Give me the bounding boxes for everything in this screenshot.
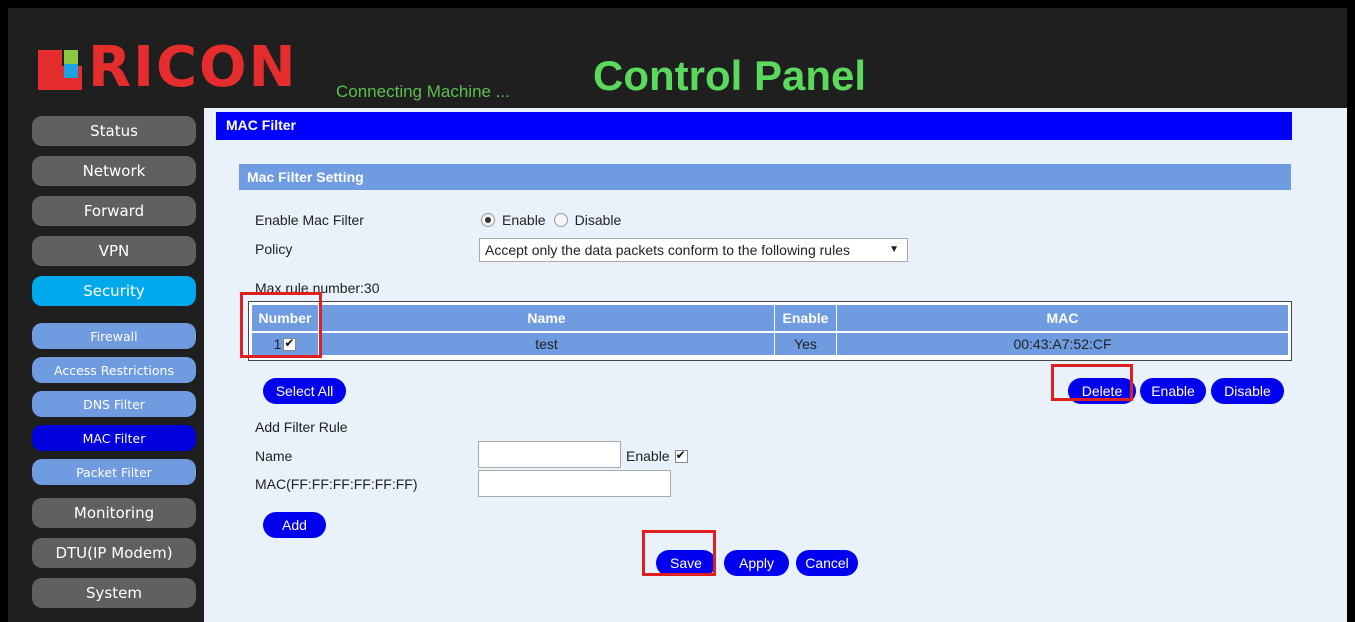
- col-header-mac: MAC: [836, 305, 1288, 331]
- add-button[interactable]: Add: [263, 512, 326, 538]
- sidebar-subitem-mac-filter[interactable]: MAC Filter: [32, 425, 196, 451]
- app-frame: RICON Connecting Machine ... Control Pan…: [8, 8, 1347, 622]
- col-header-name: Name: [318, 305, 774, 331]
- enable-radio-label: Enable: [502, 212, 546, 228]
- rules-table: Number Name Enable MAC 1 test Yes 00:43:…: [248, 301, 1292, 361]
- disable-button[interactable]: Disable: [1211, 378, 1284, 404]
- policy-select[interactable]: Accept only the data packets conform to …: [479, 238, 908, 262]
- highlight-save-button: [642, 530, 716, 576]
- sidebar-item-system[interactable]: System: [32, 578, 196, 608]
- col-header-enable: Enable: [774, 305, 836, 331]
- row-mac: 00:43:A7:52:CF: [836, 333, 1288, 355]
- mac-input[interactable]: [478, 470, 671, 497]
- table-row: 1 test Yes 00:43:A7:52:CF: [252, 333, 1288, 355]
- ricon-logo: RICON: [38, 38, 298, 98]
- cancel-button[interactable]: Cancel: [796, 550, 858, 576]
- enable-radio-group: Enable Disable: [481, 212, 629, 228]
- sidebar-subitem-dns-filter[interactable]: DNS Filter: [32, 391, 196, 417]
- sidebar-item-vpn[interactable]: VPN: [32, 236, 196, 266]
- mac-label: MAC(FF:FF:FF:FF:FF:FF): [255, 476, 418, 492]
- sidebar-item-network[interactable]: Network: [32, 156, 196, 186]
- table-header: Number Name Enable MAC: [252, 305, 1288, 331]
- sidebar-item-forward[interactable]: Forward: [32, 196, 196, 226]
- page-title: MAC Filter: [216, 112, 1292, 140]
- disable-radio-label: Disable: [574, 212, 622, 228]
- row-name: test: [318, 333, 774, 355]
- sidebar-item-security[interactable]: Security: [32, 276, 196, 306]
- row-enable: Yes: [774, 333, 836, 355]
- tagline: Connecting Machine ...: [336, 82, 510, 101]
- enable-checkbox-label: Enable: [626, 448, 670, 464]
- name-label: Name: [255, 448, 293, 464]
- disable-radio[interactable]: [553, 213, 568, 227]
- enable-radio[interactable]: [481, 213, 495, 227]
- sidebar-subitem-access-restrictions[interactable]: Access Restrictions: [32, 357, 196, 383]
- dropdown-arrow-icon: ▼: [889, 244, 899, 255]
- name-input[interactable]: [478, 441, 621, 468]
- highlight-number-column: [240, 292, 322, 358]
- section-title: Mac Filter Setting: [239, 164, 1291, 190]
- sidebar-item-dtu[interactable]: DTU(IP Modem): [32, 538, 196, 568]
- control-panel-title: Control Panel: [593, 52, 867, 99]
- policy-select-value: Accept only the data packets conform to …: [485, 242, 850, 258]
- enable-mac-filter-label: Enable Mac Filter: [255, 212, 364, 228]
- enable-checkbox[interactable]: [674, 448, 688, 463]
- add-filter-rule-heading: Add Filter Rule: [255, 419, 348, 435]
- apply-button[interactable]: Apply: [724, 550, 789, 576]
- sidebar: Status Network Forward VPN Security Fire…: [8, 108, 204, 622]
- sidebar-subitem-packet-filter[interactable]: Packet Filter: [32, 459, 196, 485]
- header: RICON Connecting Machine ... Control Pan…: [8, 8, 1347, 108]
- logo-text: RICON: [88, 35, 298, 100]
- policy-label: Policy: [255, 241, 293, 257]
- sidebar-item-status[interactable]: Status: [32, 116, 196, 146]
- sidebar-subitem-firewall[interactable]: Firewall: [32, 323, 196, 349]
- select-all-button[interactable]: Select All: [263, 378, 346, 404]
- enable-button[interactable]: Enable: [1140, 378, 1206, 404]
- enable-checkbox-group: Enable: [626, 448, 688, 464]
- logo-mark-icon: [38, 46, 82, 90]
- sidebar-item-monitoring[interactable]: Monitoring: [32, 498, 196, 528]
- highlight-delete-button: [1051, 364, 1133, 401]
- main-content: MAC Filter Mac Filter Setting Enable Mac…: [204, 108, 1347, 622]
